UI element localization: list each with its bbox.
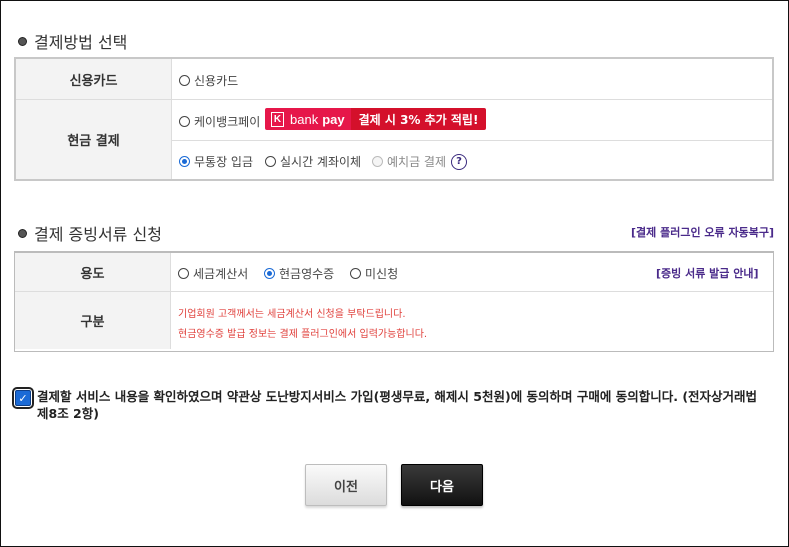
payment-method-title: 결제방법 선택 — [34, 33, 128, 52]
realtime-transfer-radio[interactable] — [265, 156, 276, 167]
card-radio-option[interactable]: 신용카드 — [179, 72, 238, 89]
type-row: 구분 기업회원 고객께서는 세금계산서 신청을 부탁드립니다. 현금영수증 발급… — [15, 292, 773, 349]
plugin-recovery-link[interactable]: [결제 플러그인 오류 자동복구] — [631, 224, 774, 240]
realtime-transfer-label: 실시간 계좌이체 — [280, 155, 362, 169]
docs-guide-link[interactable]: [증빙 서류 발급 안내] — [656, 265, 759, 281]
kbank-option-label: 케이뱅크페이 — [194, 115, 261, 129]
usage-label: 용도 — [15, 253, 171, 291]
card-option-label: 신용카드 — [194, 74, 239, 88]
no-request-radio[interactable] — [350, 268, 361, 279]
kbank-promo: 결제 시 3% 추가 적립! — [350, 108, 487, 130]
card-label: 신용카드 — [16, 59, 172, 99]
bank-transfer-label: 무통장 입금 — [194, 155, 254, 169]
notice-line-2: 현금영수증 발급 정보는 결제 플러그인에서 입력가능합니다. — [178, 329, 428, 340]
tax-invoice-option[interactable]: 세금계산서 — [178, 265, 248, 282]
bank-transfer-radio[interactable] — [179, 156, 190, 167]
no-request-option[interactable]: 미신청 — [350, 265, 398, 282]
usage-row: 용도 세금계산서 현금영수증 미신청 [증빙 서류 발급 안내] — [15, 253, 773, 292]
tax-invoice-radio[interactable] — [178, 268, 189, 279]
payment-page: 결제방법 선택 신용카드 신용카드 현금 결제 케이뱅크페이 K bank pa… — [0, 0, 789, 547]
payment-method-heading: 결제방법 선택 — [18, 29, 127, 53]
card-radio[interactable] — [179, 75, 190, 86]
docs-heading: 결제 증빙서류 신청 — [18, 221, 162, 245]
next-button[interactable]: 다음 — [401, 464, 483, 506]
cash-receipt-label: 현금영수증 — [279, 267, 335, 281]
tax-invoice-label: 세금계산서 — [193, 267, 249, 281]
bank-transfer-option[interactable]: 무통장 입금 — [179, 153, 253, 170]
cash-label: 현금 결제 — [16, 100, 172, 179]
kbank-radio[interactable] — [179, 116, 190, 127]
docs-table: 용도 세금계산서 현금영수증 미신청 [증빙 서류 발급 안내] 구분 기업회원… — [14, 251, 774, 352]
payment-method-table: 신용카드 신용카드 현금 결제 케이뱅크페이 K bank pay 결제 시 3… — [14, 57, 774, 181]
transfer-row: 무통장 입금 실시간 계좌이체 예치금 결제 ? — [172, 141, 772, 179]
kbank-logo: K bank pay — [265, 108, 351, 130]
escrow-radio — [372, 156, 383, 167]
kbank-row: 케이뱅크페이 K bank pay 결제 시 3% 추가 적립! — [172, 100, 772, 141]
type-label: 구분 — [15, 292, 171, 349]
bullet-icon — [18, 36, 27, 46]
card-row: 신용카드 신용카드 — [16, 59, 772, 100]
agreement-text: 결제할 서비스 내용을 확인하였으며 약관상 도난방지서비스 가입(평생무료, … — [37, 389, 758, 421]
notice-line-1: 기업회원 고객께서는 세금계산서 신청을 부탁드립니다. — [178, 309, 406, 320]
no-request-label: 미신청 — [365, 267, 399, 281]
kbank-k-icon: K — [271, 111, 284, 127]
realtime-transfer-option[interactable]: 실시간 계좌이체 — [265, 153, 361, 170]
bullet-icon — [18, 228, 27, 238]
kbank-logo-bank: bank — [290, 111, 319, 127]
agreement-checkbox[interactable]: ✓ — [12, 387, 34, 409]
cash-receipt-option[interactable]: 현금영수증 — [264, 265, 334, 282]
help-icon[interactable]: ? — [451, 153, 468, 170]
cash-receipt-radio[interactable] — [264, 268, 275, 279]
kbank-logo-pay: pay — [322, 111, 345, 127]
escrow-option: 예치금 결제 ? — [372, 153, 468, 170]
kbank-radio-option[interactable]: 케이뱅크페이 — [179, 113, 260, 130]
escrow-label: 예치금 결제 — [387, 155, 447, 169]
agreement: ✓ 결제할 서비스 내용을 확인하였으며 약관상 도난방지서비스 가입(평생무료… — [12, 387, 763, 422]
prev-button[interactable]: 이전 — [305, 464, 387, 506]
docs-title: 결제 증빙서류 신청 — [34, 225, 162, 244]
kbank-pay-badge: K bank pay 결제 시 3% 추가 적립! — [265, 108, 487, 130]
